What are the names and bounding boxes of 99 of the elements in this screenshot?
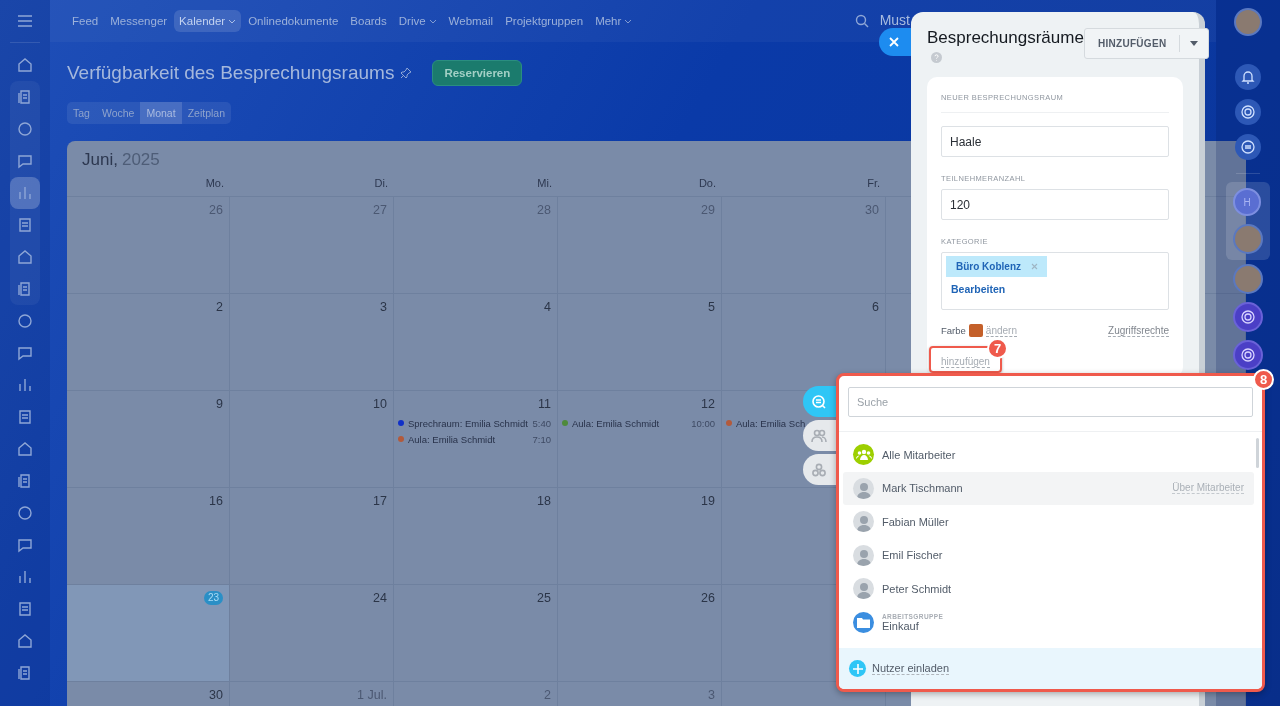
day-number: 16 [209,494,223,510]
step-badge: 8 [1253,369,1274,390]
close-button[interactable] [879,28,911,56]
item-name: Einkauf [882,619,920,632]
caret-icon[interactable] [228,18,237,24]
plus-icon[interactable] [849,660,866,677]
edit-link[interactable]: Bearbeiten [946,283,1006,295]
bell-icon[interactable] [1235,64,1261,90]
item-name: Alle Mitarbeiter [882,448,956,461]
search-field[interactable]: Suche [848,387,1253,417]
color-label: Farbe [941,325,966,336]
view-tab[interactable]: Woche [95,102,141,124]
day-number: 3 [380,300,387,316]
user-name: Must [879,12,910,28]
view-tab[interactable]: Tag [67,102,96,124]
weekday-label: Mo. [204,177,225,191]
page-title: Verfügbarkeit des Besprechungsraums [67,62,395,84]
panel-title: Besprechungsräume [927,28,1084,48]
nav-tab[interactable]: Feed [67,10,104,32]
user-avatar[interactable] [1233,224,1263,254]
day-number: 24 [373,591,387,607]
step-badge: 7 [987,338,1008,359]
pin-icon[interactable] [400,67,413,79]
spiral-icon[interactable] [1233,340,1263,370]
list-item[interactable]: Alle Mitarbeiter [843,438,1254,472]
avatar-icon [853,544,874,566]
day-number: 6 [872,300,879,316]
nav-tab[interactable]: Drive [393,10,442,32]
event-title[interactable]: Sprechraum: Emilia Schmidt [408,417,528,429]
day-number: 19 [701,494,715,510]
event-time: 7:10 [532,433,551,445]
access-rights-link[interactable]: Zugriffsrechte [1108,324,1169,337]
nav-tab[interactable]: Mehr [590,10,638,32]
user-avatar[interactable] [1234,8,1262,36]
weekday-label: Mi. [536,177,553,191]
day-number: 12 [701,397,715,413]
invite-link[interactable]: Nutzer einladen [872,662,950,675]
view-tab[interactable]: Zeitplan [181,102,231,124]
capacity-field[interactable]: 120 [941,189,1169,220]
day-number: 11 [538,397,551,413]
avatar-icon [853,477,874,499]
search-icon[interactable] [854,14,869,28]
name-field[interactable]: Haale [941,126,1169,157]
caret-icon[interactable] [624,18,633,24]
day-number: 30 [209,688,223,704]
reserve-button[interactable]: Reservieren [432,60,523,86]
nav-tab[interactable]: Onlinedokumente [243,10,344,32]
caret-icon[interactable] [428,18,437,24]
item-name: Mark Tischmann [882,482,963,495]
month-label: Juni, [82,150,118,170]
spiral-icon[interactable] [1235,99,1261,125]
color-swatch[interactable] [968,324,983,337]
day-number: 2 [216,300,223,316]
view-tab[interactable]: Monat [140,102,182,124]
nav-tab[interactable]: Webmail [443,10,499,32]
nav-tab[interactable]: Boards [345,10,392,32]
event-title[interactable]: Aula: Emilia Sch [736,417,806,429]
day-number: 4 [544,300,551,316]
event-time: 10:00 [691,417,715,429]
day-number: 26 [701,591,715,607]
day-number: 18 [537,494,551,510]
nav-tab[interactable]: Messenger [105,10,173,32]
item-name: Peter Schmidt [882,582,952,595]
weekday-label: Fr. [866,177,881,191]
event-title[interactable]: Aula: Emilia Schmidt [572,417,660,429]
list-item[interactable]: Emil Fischer [843,538,1254,572]
event-title[interactable]: Aula: Emilia Schmidt [408,433,496,445]
item-name: Fabian Müller [882,515,949,528]
nav-tab[interactable]: Kalender [174,10,242,32]
add-link[interactable]: hinzufügen [941,356,990,368]
list-item-hovered[interactable]: Mark Tischmann Über Mitarbeiter [843,471,1254,505]
day-number: 5 [708,300,715,316]
day-number: 25 [537,591,551,607]
category-tag[interactable]: Büro Koblenz [946,256,1047,277]
group-avatar[interactable]: H [1233,188,1261,216]
day-number: 10 [373,397,387,413]
avatar-icon [853,511,874,533]
today-badge: 23 [203,591,223,605]
group-icon [853,444,874,466]
user-avatar[interactable] [1233,264,1263,294]
day-number: 17 [373,494,387,510]
weekday-label: Di. [373,177,389,191]
spiral-icon[interactable] [1233,302,1263,332]
event-time: 5:40 [532,417,551,429]
change-link[interactable]: ändern [985,324,1017,337]
scrollbar[interactable] [1256,438,1259,468]
day-number: 9 [216,397,223,413]
chat-icon[interactable] [1235,134,1261,160]
remove-icon[interactable] [1031,263,1038,270]
about-employee-link[interactable]: Über Mitarbeiter [1172,482,1244,495]
nav-tab[interactable]: Projektgruppen [500,10,589,32]
list-item[interactable]: Fabian Müller [843,505,1254,539]
list-item[interactable]: Peter Schmidt [843,572,1254,606]
avatar-icon [853,578,874,600]
weekday-label: Do. [697,177,717,191]
item-name: Emil Fischer [882,549,943,562]
category-field[interactable]: Büro Koblenz Bearbeiten [941,252,1169,310]
folder-icon [853,611,874,633]
close-icon [888,36,900,48]
